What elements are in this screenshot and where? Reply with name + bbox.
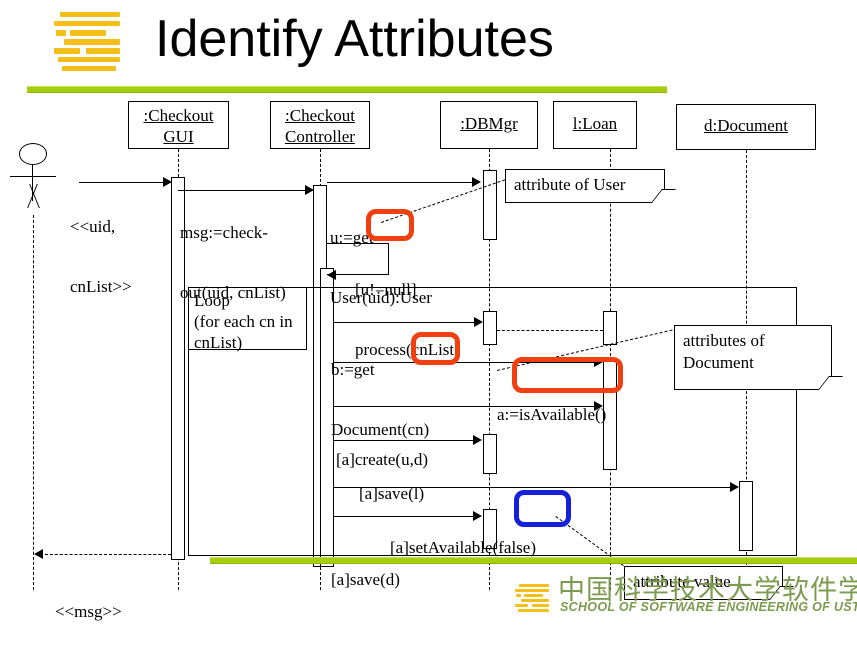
message-line-m7 [334, 406, 597, 407]
message-label-m10-line1: [a]save(d) [331, 570, 400, 589]
message-label-m1-line2: cnList>> [70, 277, 132, 296]
message-label-m2-line2: out(uid, cnList) [180, 283, 286, 302]
message-arrow-m1 [163, 177, 172, 187]
note-n2-line1: attributes of [683, 331, 765, 350]
participant-gui-line1: :Checkout [143, 106, 214, 125]
highlight-false [514, 490, 571, 527]
actor-arms-icon [10, 176, 56, 177]
participant-controller-line1: :Checkout [285, 106, 355, 125]
message-label-m6-line1: a:=isAvailable() [497, 405, 607, 424]
lifeline-header-dbmgr[interactable]: :DBMgr [440, 101, 538, 149]
participant-controller-line2: Controller [285, 127, 355, 146]
highlight-uid [366, 209, 414, 241]
lifeline-header-gui[interactable]: :Checkout GUI [128, 101, 229, 149]
participant-loan-line1: l:Loan [572, 114, 618, 133]
note-attributes-of-document: attributes of Document [674, 325, 843, 390]
participant-dbmgr-line1: :DBMgr [460, 114, 518, 133]
message-arrow-m11 [34, 549, 43, 559]
message-arrow-m10 [473, 511, 482, 521]
message-arrow-m5 [474, 317, 483, 327]
note-fold-icon-n1 [651, 189, 676, 203]
message-label-m2: msg:=check- out(uid, cnList) [180, 183, 286, 343]
message-line-m5-return [497, 330, 603, 331]
note-fold-icon-n2 [818, 376, 843, 390]
message-label-m1-line1: <<uid, [70, 217, 116, 236]
lifeline-header-controller[interactable]: :Checkout Controller [270, 101, 370, 149]
message-label-m11: <<msg>> [55, 562, 122, 662]
note-n1-line1: attribute of User [514, 175, 626, 194]
participant-document-line1: d:Document [703, 116, 789, 135]
self-message-arrow-m4 [327, 270, 336, 280]
message-line-m11 [40, 554, 171, 555]
message-label-m4-line1: [u!=null] [355, 280, 417, 299]
note-attribute-of-user: attribute of User [505, 169, 676, 203]
footer-english-text: SCHOOL OF SOFTWARE ENGINEERING OF USTC [560, 600, 857, 614]
title-divider [27, 86, 667, 93]
message-arrow-m7 [594, 401, 603, 411]
lifeline-header-loan[interactable]: l:Loan [553, 101, 637, 149]
message-arrow-m8 [473, 435, 482, 445]
actor-user[interactable] [7, 143, 60, 211]
note-n2-line2: Document [683, 353, 754, 372]
footer-divider [210, 557, 857, 564]
ustc-logo-icon [48, 10, 126, 72]
slide-canvas: Identify Attributes :Checkout GUI :Check… [0, 0, 857, 626]
participant-gui-line2: GUI [163, 127, 194, 146]
message-label-m1: <<uid, cnList>> [70, 177, 132, 337]
message-label-m9-line1: [a]setAvailable(false) [390, 538, 536, 557]
lifeline-actor [33, 215, 34, 590]
message-line-m9 [334, 487, 733, 488]
message-line-m3 [327, 182, 477, 183]
message-arrow-m9 [730, 482, 739, 492]
page-title: Identify Attributes [155, 10, 554, 68]
message-label-m10: [a]save(d) [331, 530, 400, 630]
highlight-cn [411, 332, 460, 365]
message-label-m11-line1: <<msg>> [55, 602, 122, 621]
message-arrow-m3 [472, 177, 481, 187]
actor-head-icon [19, 143, 47, 165]
message-line-m8 [334, 440, 477, 441]
ustc-footer-logo-icon [513, 583, 553, 613]
highlight-isavailable [512, 357, 623, 393]
message-line-m10 [334, 516, 477, 517]
message-label-m2-line1: msg:=check- [180, 223, 268, 242]
message-arrow-m2 [305, 185, 314, 195]
activation-dbmgr-getuser [483, 170, 497, 240]
lifeline-header-document[interactable]: d:Document [676, 104, 816, 150]
